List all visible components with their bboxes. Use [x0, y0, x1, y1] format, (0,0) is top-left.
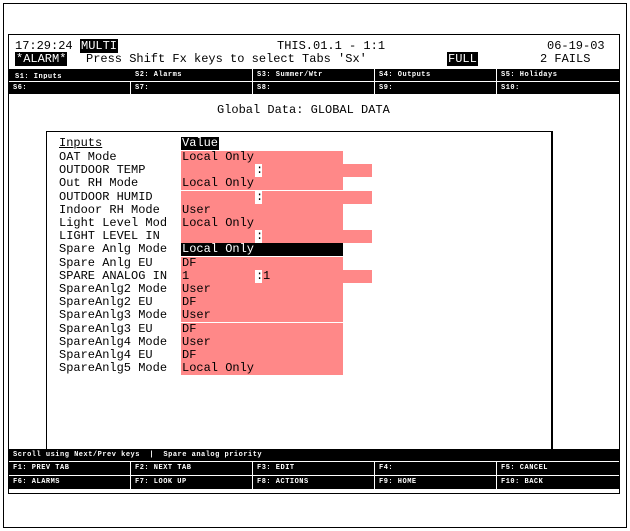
full-view-badge: FULL [447, 52, 478, 66]
value-field-secondary[interactable] [262, 230, 372, 244]
input-label: SpareAnlg3 EU [59, 321, 153, 336]
f3-edit-button[interactable]: F3: EDIT [253, 462, 375, 475]
input-label: Spare Anlg Mode [59, 242, 168, 257]
input-label: SpareAnlg4 Mode [59, 334, 168, 349]
value-field[interactable]: User [181, 309, 343, 323]
value-field[interactable]: Local Only [181, 362, 343, 376]
value-field[interactable] [181, 190, 255, 204]
input-label: SpareAnlg3 Mode [59, 308, 168, 323]
terminal-screen: 17:29:24 MULTI THIS.01.1 - 1:1 06-19-03 … [8, 34, 620, 494]
f4-button[interactable]: F4: [375, 462, 497, 475]
tab-s10[interactable]: S10: [497, 82, 619, 94]
input-label: Out RH Mode [59, 176, 139, 191]
value-field[interactable]: User [181, 283, 343, 296]
value-field-secondary[interactable]: 1 [262, 269, 372, 283]
value-field[interactable]: DF [181, 296, 343, 310]
value-field[interactable]: Local Only [181, 217, 343, 230]
date-label: 06-19-03 [547, 39, 605, 53]
input-label: OUTDOOR TEMP [59, 163, 146, 178]
f7-look-up-button[interactable]: F7: LOOK UP [131, 476, 253, 489]
value-field[interactable]: DF [181, 349, 343, 362]
input-label: SPARE ANALOG IN [59, 268, 168, 283]
value-field[interactable]: 1 [181, 269, 255, 283]
value-field[interactable]: DF [181, 256, 343, 270]
value-field[interactable]: Local Only [181, 177, 343, 191]
tab-inputs[interactable]: S1: Inputs [9, 69, 131, 81]
input-label: LIGHT LEVEL IN [59, 229, 160, 244]
inputs-column-header: Inputs [59, 136, 103, 150]
tab-outputs[interactable]: S4: Outputs [375, 69, 497, 81]
value-field[interactable]: User [181, 203, 343, 217]
tab-s7[interactable]: S7: [131, 82, 253, 94]
status-line: Scroll using Next/Prev keys | Spare anal… [9, 449, 619, 461]
input-label: Spare Anlg EU [59, 255, 153, 270]
f9-home-button[interactable]: F9: HOME [375, 476, 497, 489]
input-label: SpareAnlg2 EU [59, 295, 153, 310]
input-label: OAT Mode [59, 150, 117, 164]
tab-s9[interactable]: S9: [375, 82, 497, 94]
input-label: Light Level Mod [59, 216, 168, 230]
f1-prev-tab-button[interactable]: F1: PREV TAB [9, 462, 131, 475]
value-field[interactable]: Local Only [181, 151, 343, 164]
value-field-secondary[interactable] [262, 190, 372, 204]
tab-s6[interactable]: S6: [9, 82, 131, 94]
input-label: Indoor RH Mode [59, 202, 160, 217]
value-column-header: Value [181, 136, 220, 150]
instruction-text: Press Shift Fx keys to select Tabs 'Sx' [86, 52, 367, 66]
value-field-secondary[interactable] [262, 164, 372, 178]
input-label: OUTDOOR HUMID [59, 189, 153, 204]
input-label: SpareAnlg5 Mode [59, 361, 168, 376]
f6-alarms-button[interactable]: F6: ALARMS [9, 476, 131, 489]
value-field[interactable] [181, 164, 255, 178]
tab-summer-wtr[interactable]: S3: Summer/Wtr [253, 69, 375, 81]
mode-badge: MULTI [80, 39, 119, 53]
global-data-panel: Inputs Value OAT Mode:Local OnlyOUTDOOR … [46, 131, 553, 453]
value-field[interactable]: DF [181, 322, 343, 336]
alarm-badge[interactable]: *ALARM* [15, 52, 68, 66]
page-title: Global Data: GLOBAL DATA [217, 103, 390, 117]
fkey-bar-primary: F1: PREV TAB F2: NEXT TAB F3: EDIT F4: F… [9, 462, 619, 475]
tab-holidays[interactable]: S5: Holidays [497, 69, 619, 81]
f2-next-tab-button[interactable]: F2: NEXT TAB [131, 462, 253, 475]
input-label: SpareAnlg4 EU [59, 348, 153, 362]
value-field[interactable] [181, 230, 255, 244]
tab-alarms[interactable]: S2: Alarms [131, 69, 253, 81]
location-label: THIS.01.1 - 1:1 [277, 39, 386, 53]
input-label: SpareAnlg2 Mode [59, 282, 168, 296]
tab-bar-secondary: S6: S7: S8: S9: S10: [9, 82, 619, 94]
fkey-bar-secondary: F6: ALARMS F7: LOOK UP F8: ACTIONS F9: H… [9, 476, 619, 489]
f5-cancel-button[interactable]: F5: CANCEL [497, 462, 619, 475]
tab-s8[interactable]: S8: [253, 82, 375, 94]
clock: 17:29:24 [15, 39, 73, 53]
tab-bar-primary: S1: Inputs S2: Alarms S3: Summer/Wtr S4:… [9, 69, 619, 81]
value-field[interactable]: User [181, 335, 343, 349]
value-field-selected[interactable]: Local Only [181, 243, 343, 257]
fails-count[interactable]: 2 FAILS [540, 52, 590, 66]
f8-actions-button[interactable]: F8: ACTIONS [253, 476, 375, 489]
f10-back-button[interactable]: F10: BACK [497, 476, 619, 489]
